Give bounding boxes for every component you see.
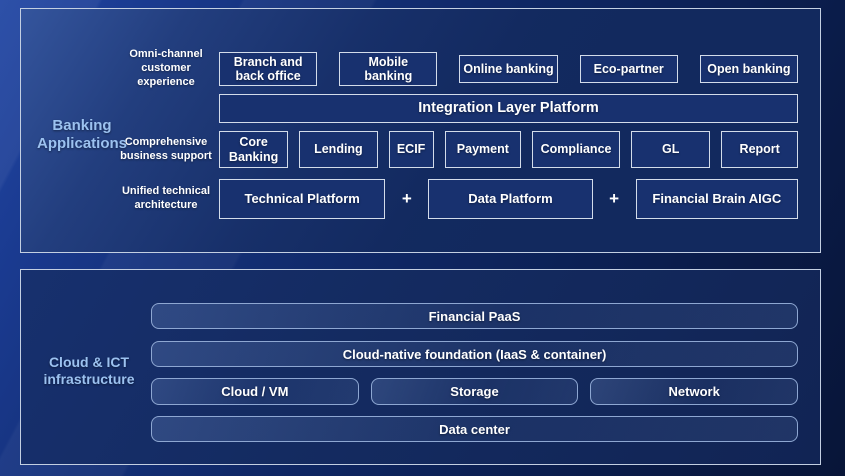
row-omni-channel: Omni-channel customer experience Branch … [21,52,798,86]
omni-channel-label: Omni-channel customer experience [21,52,219,86]
box-network: Network [590,378,798,405]
box-lending: Lending [299,131,377,168]
box-payment: Payment [445,131,522,168]
plus-icon: + [385,179,428,219]
omni-channel-boxes: Branch and back office Mobile banking On… [219,52,798,86]
box-cloud-vm: Cloud / VM [151,378,359,405]
row-unified-architecture: Unified technical architecture Technical… [21,179,798,219]
banking-applications-title: Banking Applications [23,117,141,152]
box-technical-platform: Technical Platform [219,179,385,219]
cloud-ict-title: Cloud & ICT infrastructure [23,354,155,387]
box-eco-partner: Eco-partner [580,55,678,83]
box-report: Report [721,131,798,168]
box-storage: Storage [371,378,579,405]
box-open-banking: Open banking [700,55,798,83]
box-mobile-banking: Mobile banking [339,52,437,86]
box-ecif: ECIF [389,131,434,168]
cloud-resources-row: Cloud / VM Storage Network [151,378,798,405]
architecture-diagram: Banking Applications Omni-channel custom… [0,0,845,476]
plus-icon: + [593,179,636,219]
business-support-boxes: Core Banking Lending ECIF Payment Compli… [219,131,798,168]
box-data-center: Data center [151,416,798,442]
box-integration-layer-platform: Integration Layer Platform [219,94,798,123]
box-gl: GL [631,131,710,168]
cloud-ict-panel: Cloud & ICT infrastructure Financial Paa… [20,269,821,465]
box-financial-brain-aigc: Financial Brain AIGC [636,179,798,219]
box-branch-and-back-office: Branch and back office [219,52,317,86]
box-core-banking: Core Banking [219,131,288,168]
box-online-banking: Online banking [459,55,557,83]
box-cloud-native-foundation: Cloud-native foundation (IaaS & containe… [151,341,798,367]
box-compliance: Compliance [532,131,620,168]
unified-architecture-label: Unified technical architecture [21,179,219,219]
box-financial-paas: Financial PaaS [151,303,798,329]
unified-architecture-boxes: Technical Platform + Data Platform + Fin… [219,179,798,219]
banking-applications-panel: Banking Applications Omni-channel custom… [20,8,821,253]
box-data-platform: Data Platform [428,179,592,219]
cloud-rows: Financial PaaS Cloud-native foundation (… [151,270,798,442]
